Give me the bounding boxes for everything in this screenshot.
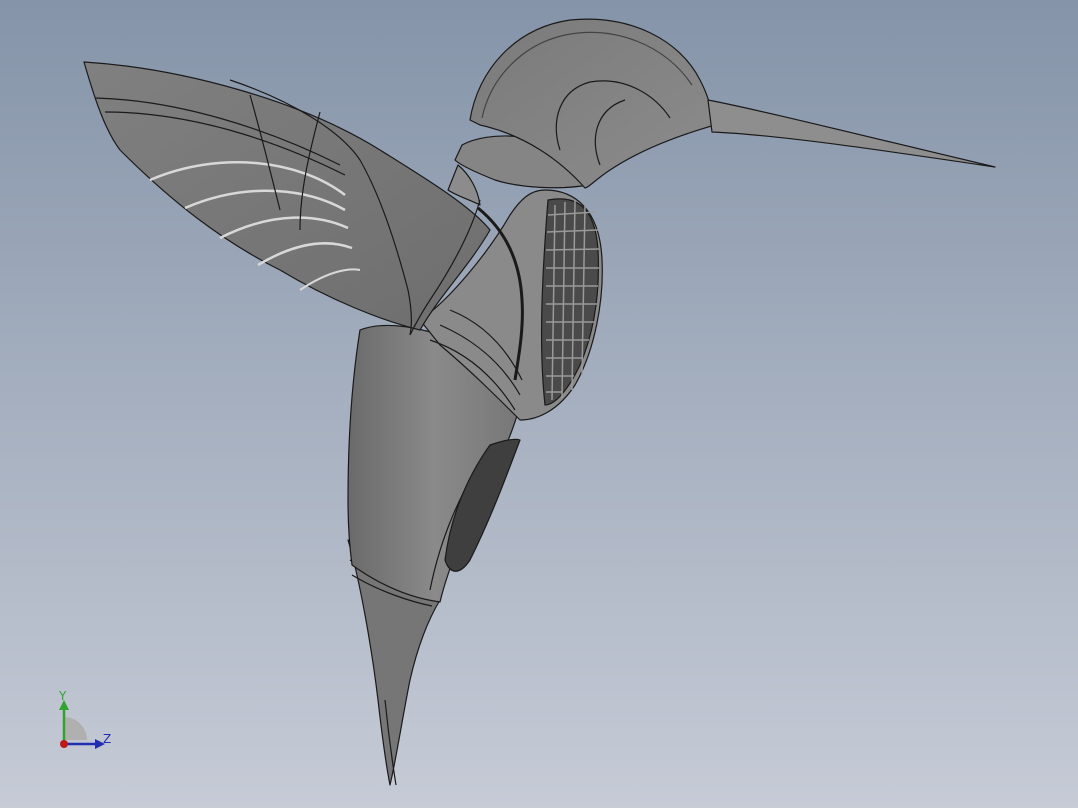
wing[interactable] (83, 61, 491, 336)
chest-lattice (540, 198, 600, 406)
triad-y-label: Y (58, 689, 67, 703)
hummingbird-model[interactable] (83, 18, 996, 786)
beak[interactable] (707, 99, 996, 168)
graphics-viewport[interactable]: Y Z (0, 0, 1078, 808)
triad-z-label: Z (103, 732, 111, 746)
view-orientation-triad: Y Z (58, 689, 111, 749)
